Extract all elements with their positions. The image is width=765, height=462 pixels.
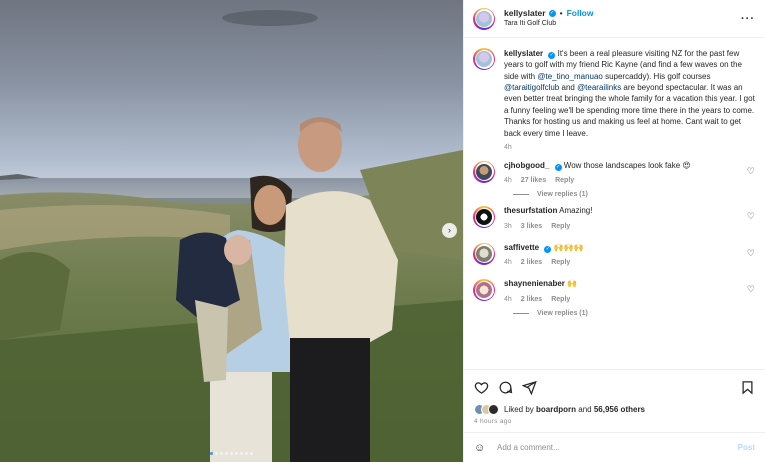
carousel-dot [220, 452, 223, 455]
follow-button[interactable]: Follow [567, 8, 594, 19]
comment-like-heart-icon[interactable]: ♡ [747, 243, 755, 267]
likes-summary: Liked by boardporn and 56,956 others [474, 404, 755, 415]
bookmark-icon[interactable] [740, 380, 755, 395]
comment-username[interactable]: shaynenienaber [504, 279, 565, 288]
carousel-next-button[interactable]: › [442, 223, 457, 238]
comment-text: Amazing! [559, 206, 593, 216]
comments-scroll-area[interactable]: kellyslater ✓ It's been a real pleasure … [464, 38, 765, 369]
carousel-dot [210, 452, 213, 455]
reply-button[interactable]: Reply [555, 176, 574, 185]
carousel-dot [235, 452, 238, 455]
carousel-dot [245, 452, 248, 455]
comments-list: cjhobgood_ ✓ Wow those landscapes look f… [473, 160, 755, 317]
post-photo[interactable]: › [0, 0, 463, 462]
comment-username[interactable]: thesurfstation [504, 206, 557, 215]
mention-link[interactable]: @taraitigolfclub [504, 83, 559, 92]
verified-badge-icon: ✓ [548, 10, 556, 18]
comment-like-heart-icon[interactable]: ♡ [747, 206, 755, 230]
share-icon[interactable] [522, 380, 537, 395]
comment-likes[interactable]: 2 likes [521, 295, 542, 304]
profile-picture [476, 51, 492, 67]
add-comment-bar: ☺ Post [464, 432, 765, 462]
post-actions: Liked by boardporn and 56,956 others 4 h… [464, 369, 765, 425]
comment-likes[interactable]: 27 likes [521, 176, 546, 185]
comment-item: saffivette ✓ 🙌🙌🙌 4h 2 likes Reply ♡ [473, 242, 755, 267]
comment-item: cjhobgood_ ✓ Wow those landscapes look f… [473, 160, 755, 198]
view-replies-button[interactable]: View replies (1) [513, 310, 755, 317]
caption-time[interactable]: 4h [504, 144, 512, 151]
view-replies-label: View replies (1) [537, 309, 588, 317]
carousel-dot [230, 452, 233, 455]
comment-username[interactable]: cjhobgood_ [504, 161, 549, 170]
comment-likes[interactable]: 2 likes [521, 258, 542, 267]
carousel-dot [215, 452, 218, 455]
caption-text: supercaddy). His golf courses [602, 71, 711, 81]
comment-time[interactable]: 3h [504, 222, 512, 231]
location-link[interactable]: Tara Iti Golf Club [504, 19, 741, 28]
comment-text: 🙌🙌🙌 [553, 242, 584, 252]
profile-picture [476, 245, 492, 262]
caption-text: and [559, 83, 578, 93]
avatar[interactable] [473, 160, 495, 183]
view-replies-button[interactable]: View replies (1) [513, 191, 755, 198]
post-comment-button[interactable]: Post [738, 443, 755, 452]
carousel-dot [240, 452, 243, 455]
mention-link[interactable]: @tearailinks [577, 83, 621, 92]
reply-button[interactable]: Reply [551, 222, 570, 231]
comment-username[interactable]: saffivette [504, 243, 539, 252]
post-header: kellyslater ✓ • Follow Tara Iti Golf Clu… [464, 0, 765, 38]
comment-text: 🙌 [567, 279, 578, 289]
carousel-indicator [0, 452, 463, 455]
comment-item: thesurfstation Amazing! 3h 3 likes Reply ♡ [473, 206, 755, 230]
separator-dot: • [559, 8, 563, 19]
comment-icon[interactable] [498, 380, 513, 395]
liked-by-count[interactable]: 56,956 others [594, 405, 645, 414]
reply-button[interactable]: Reply [551, 258, 570, 267]
comment-input[interactable] [497, 443, 738, 452]
avatar[interactable] [473, 279, 495, 302]
comment-like-heart-icon[interactable]: ♡ [747, 279, 755, 303]
avatar[interactable] [473, 206, 495, 229]
emoji-icon[interactable]: ☺ [474, 442, 490, 454]
profile-picture [476, 10, 492, 27]
more-horizontal-icon[interactable]: ··· [741, 13, 755, 25]
mention-link[interactable]: @te_tino_manuao [537, 72, 603, 81]
post-caption: kellyslater ✓ It's been a real pleasure … [473, 48, 755, 151]
avatar[interactable] [473, 242, 495, 265]
post-side-panel: kellyslater ✓ • Follow Tara Iti Golf Clu… [463, 0, 765, 462]
liked-by-user[interactable]: boardporn [536, 405, 576, 414]
photo-scene [0, 0, 463, 462]
liked-by-and: and [578, 405, 592, 414]
comment-like-heart-icon[interactable]: ♡ [747, 161, 755, 185]
instagram-post-modal: › kellyslater ✓ • Follow Tara Iti Golf C… [0, 0, 765, 462]
verified-badge-icon: ✓ [548, 52, 556, 59]
profile-picture [476, 163, 492, 180]
comment-time[interactable]: 4h [504, 258, 512, 267]
avatar[interactable] [473, 48, 495, 70]
comment-text: Wow those landscapes look fake 😍 [563, 160, 691, 170]
reply-button[interactable]: Reply [551, 295, 570, 304]
comment-time[interactable]: 4h [504, 176, 512, 185]
author-username[interactable]: kellyslater [504, 8, 546, 19]
carousel-dot [250, 452, 253, 455]
verified-badge-icon: ✓ [554, 163, 562, 171]
carousel-dot [225, 452, 228, 455]
comment-time[interactable]: 4h [504, 295, 512, 304]
liker-avatars [474, 404, 499, 415]
avatar[interactable] [473, 7, 495, 30]
verified-badge-icon: ✓ [544, 245, 552, 253]
profile-picture [476, 282, 492, 299]
caption-username[interactable]: kellyslater [504, 49, 543, 58]
comment-likes[interactable]: 3 likes [521, 222, 542, 231]
profile-picture [476, 209, 492, 226]
view-replies-label: View replies (1) [537, 191, 588, 199]
comment-item: shaynenienaber 🙌 4h 2 likes Reply ♡ View repl… [473, 279, 755, 317]
liked-by-prefix: Liked by [504, 405, 534, 414]
chevron-right-icon: › [448, 225, 451, 235]
post-timestamp[interactable]: 4 hours ago [474, 418, 755, 425]
heart-icon[interactable] [474, 380, 489, 395]
